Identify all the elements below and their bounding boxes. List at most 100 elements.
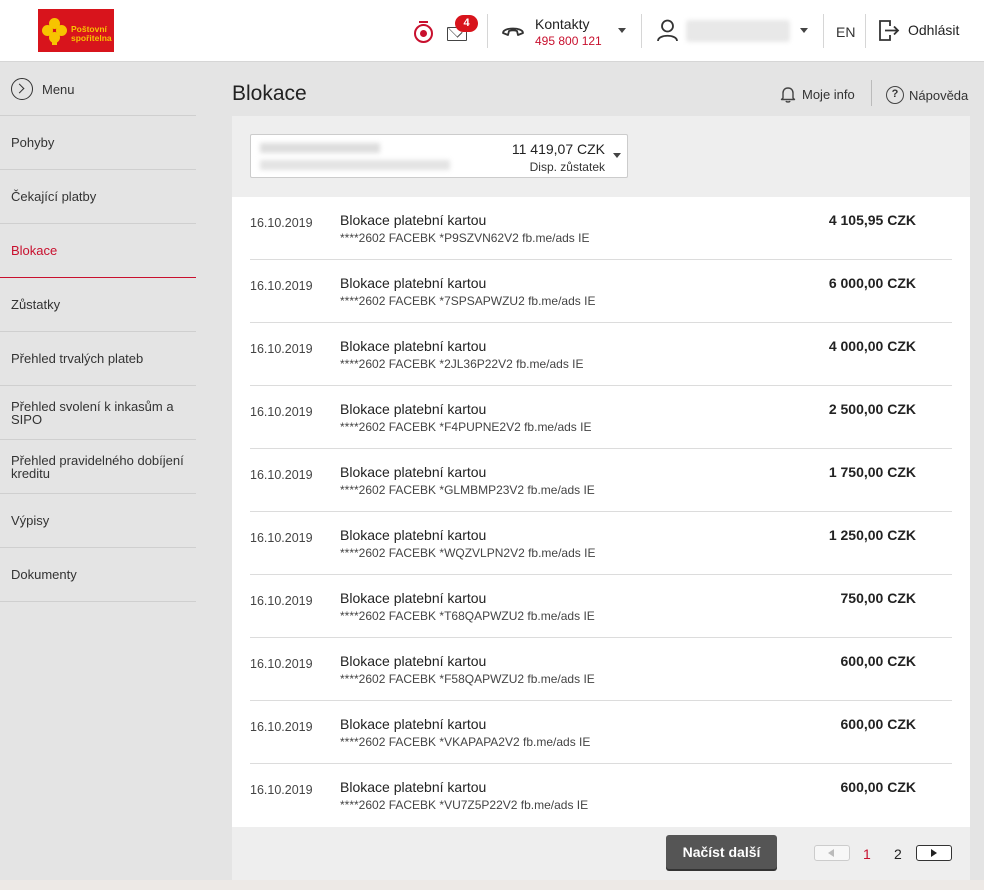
footer-strip bbox=[0, 880, 984, 890]
row-amount: 4 000,00 CZK bbox=[828, 338, 916, 354]
row-date: 16.10.2019 bbox=[250, 594, 313, 608]
row-description: ****2602 FACEBK *7SPSAPWZU2 fb.me/ads IE bbox=[340, 294, 596, 308]
row-date: 16.10.2019 bbox=[250, 783, 313, 797]
table-row[interactable]: 16.10.2019 Blokace platební kartou ****260… bbox=[250, 638, 952, 701]
chevron-right-circle-icon bbox=[11, 78, 33, 100]
help-link[interactable]: ? Nápověda bbox=[886, 86, 968, 104]
next-page-button[interactable] bbox=[916, 845, 952, 861]
sidebar-item-dobijeni-kreditu[interactable]: Přehled pravidelného dobíjení kreditu bbox=[0, 440, 196, 494]
table-row[interactable]: 16.10.2019 Blokace platební kartou ****260… bbox=[250, 323, 952, 386]
row-title: Blokace platební kartou bbox=[340, 527, 487, 543]
sidebar-item-trvale-platby[interactable]: Přehled trvalých plateb bbox=[0, 332, 196, 386]
clover-logo-icon bbox=[42, 17, 68, 45]
row-date: 16.10.2019 bbox=[250, 468, 313, 482]
row-amount: 600,00 CZK bbox=[840, 653, 916, 669]
row-title: Blokace platební kartou bbox=[340, 590, 487, 606]
logout-button[interactable]: Odhlásit bbox=[908, 22, 959, 38]
table-row[interactable]: 16.10.2019 Blokace platební kartou ****260… bbox=[250, 764, 952, 827]
sidebar-item-zustatky[interactable]: Zůstatky bbox=[0, 278, 196, 332]
row-amount: 1 750,00 CZK bbox=[828, 464, 916, 480]
messages-count-badge[interactable]: 4 bbox=[455, 15, 478, 32]
header-divider bbox=[823, 14, 824, 48]
bank-logo[interactable]: Poštovní spořitelna bbox=[38, 9, 114, 52]
sidebar-item-blokace[interactable]: Blokace bbox=[0, 224, 196, 278]
row-description: ****2602 FACEBK *F4PUPNE2V2 fb.me/ads IE bbox=[340, 420, 592, 434]
contacts-label[interactable]: Kontakty bbox=[535, 16, 589, 32]
row-description: ****2602 FACEBK *VKAPAPA2V2 fb.me/ads IE bbox=[340, 735, 591, 749]
table-row[interactable]: 16.10.2019 Blokace platební kartou ****260… bbox=[250, 197, 952, 260]
row-amount: 600,00 CZK bbox=[840, 716, 916, 732]
row-date: 16.10.2019 bbox=[250, 342, 313, 356]
row-date: 16.10.2019 bbox=[250, 531, 313, 545]
row-description: ****2602 FACEBK *WQZVLPN2V2 fb.me/ads IE bbox=[340, 546, 596, 560]
prev-page-button[interactable] bbox=[814, 845, 850, 861]
row-description: ****2602 FACEBK *2JL36P22V2 fb.me/ads IE bbox=[340, 357, 584, 371]
question-circle-icon: ? bbox=[886, 86, 904, 104]
contacts-chevron-down-icon[interactable] bbox=[618, 28, 626, 33]
load-more-button[interactable]: Načíst další bbox=[666, 835, 777, 869]
table-row[interactable]: 16.10.2019 Blokace platební kartou ****260… bbox=[250, 512, 952, 575]
account-select[interactable]: 11 419,07 CZK Disp. zůstatek bbox=[250, 134, 628, 178]
language-switch[interactable]: EN bbox=[836, 24, 855, 40]
row-title: Blokace platební kartou bbox=[340, 212, 487, 228]
page-title: Blokace bbox=[232, 82, 307, 105]
table-row[interactable]: 16.10.2019 Blokace platební kartou ****260… bbox=[250, 386, 952, 449]
row-date: 16.10.2019 bbox=[250, 279, 313, 293]
sidebar-item-dokumenty[interactable]: Dokumenty bbox=[0, 548, 196, 602]
session-timer-icon[interactable] bbox=[413, 21, 435, 43]
table-row[interactable]: 16.10.2019 Blokace platební kartou ****260… bbox=[250, 701, 952, 764]
contacts-phone[interactable]: 495 800 121 bbox=[535, 34, 602, 48]
row-title: Blokace platební kartou bbox=[340, 464, 487, 480]
bell-icon bbox=[780, 87, 796, 103]
page-1[interactable]: 1 bbox=[863, 846, 871, 862]
row-title: Blokace platební kartou bbox=[340, 401, 487, 417]
row-description: ****2602 FACEBK *T68QAPWZU2 fb.me/ads IE bbox=[340, 609, 595, 623]
row-amount: 2 500,00 CZK bbox=[828, 401, 916, 417]
row-amount: 6 000,00 CZK bbox=[828, 275, 916, 291]
account-chevron-down-icon[interactable] bbox=[613, 153, 621, 158]
row-date: 16.10.2019 bbox=[250, 657, 313, 671]
page-2[interactable]: 2 bbox=[894, 846, 902, 862]
sidebar-item-inkasa-sipo[interactable]: Přehled svolení k inkasům a SIPO bbox=[0, 386, 196, 440]
row-date: 16.10.2019 bbox=[250, 216, 313, 230]
sidebar: Menu Pohyby Čekající platby Blokace Zůst… bbox=[0, 63, 196, 602]
blocks-list: 16.10.2019 Blokace platební kartou ****260… bbox=[250, 197, 952, 827]
row-date: 16.10.2019 bbox=[250, 405, 313, 419]
menu-label: Menu bbox=[42, 81, 75, 97]
help-label: Nápověda bbox=[909, 87, 969, 103]
logo-text-line2: spořitelna bbox=[71, 32, 112, 43]
top-header: Poštovní spořitelna 4 Kontakty 495 800 1… bbox=[0, 0, 984, 62]
row-title: Blokace platební kartou bbox=[340, 338, 487, 354]
phone-icon[interactable] bbox=[502, 25, 524, 37]
menu-toggle[interactable]: Menu bbox=[0, 63, 196, 116]
table-row[interactable]: 16.10.2019 Blokace platební kartou ****260… bbox=[250, 449, 952, 512]
row-description: ****2602 FACEBK *VU7Z5P22V2 fb.me/ads IE bbox=[340, 798, 589, 812]
row-date: 16.10.2019 bbox=[250, 720, 313, 734]
user-icon[interactable] bbox=[657, 19, 678, 42]
sidebar-item-pohyby[interactable]: Pohyby bbox=[0, 116, 196, 170]
row-description: ****2602 FACEBK *P9SZVN62V2 fb.me/ads IE bbox=[340, 231, 590, 245]
account-selector-area: 11 419,07 CZK Disp. zůstatek bbox=[232, 116, 970, 197]
table-row[interactable]: 16.10.2019 Blokace platební kartou ****260… bbox=[250, 260, 952, 323]
blocks-panel: 11 419,07 CZK Disp. zůstatek 16.10.2019 B… bbox=[232, 116, 970, 880]
header-divider bbox=[865, 14, 866, 48]
moje-info-link[interactable]: Moje info bbox=[780, 86, 855, 103]
row-amount: 4 105,95 CZK bbox=[828, 212, 916, 228]
row-description: ****2602 FACEBK *F58QAPWZU2 fb.me/ads IE bbox=[340, 672, 595, 686]
sidebar-item-cekajici-platby[interactable]: Čekající platby bbox=[0, 170, 196, 224]
sidebar-item-vypisy[interactable]: Výpisy bbox=[0, 494, 196, 548]
header-divider bbox=[641, 14, 642, 48]
user-name-redacted[interactable] bbox=[686, 20, 790, 42]
logout-icon[interactable] bbox=[878, 19, 900, 42]
row-amount: 1 250,00 CZK bbox=[828, 527, 916, 543]
account-balance-label: Disp. zůstatek bbox=[529, 160, 605, 174]
user-chevron-down-icon[interactable] bbox=[800, 28, 808, 33]
table-row[interactable]: 16.10.2019 Blokace platební kartou ****260… bbox=[250, 575, 952, 638]
pagination-bar: Načíst další 1 2 bbox=[232, 827, 970, 880]
account-name-redacted bbox=[260, 143, 380, 153]
row-title: Blokace platební kartou bbox=[340, 653, 487, 669]
row-description: ****2602 FACEBK *GLMBMP23V2 fb.me/ads IE bbox=[340, 483, 595, 497]
logo-text: Poštovní spořitelna bbox=[71, 24, 112, 43]
moje-info-label: Moje info bbox=[802, 87, 855, 102]
header-divider bbox=[487, 14, 488, 48]
